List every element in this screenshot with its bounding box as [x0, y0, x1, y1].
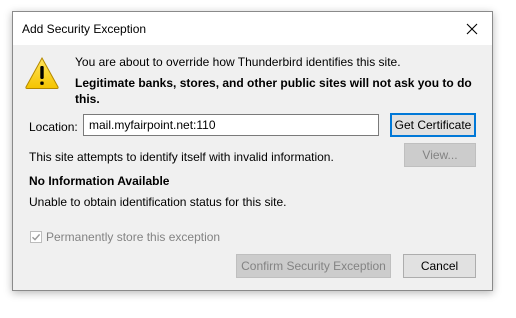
view-button-label: View...	[422, 148, 458, 162]
warning-detail-line1: Legitimate banks, stores, and other publ…	[75, 76, 472, 90]
confirm-security-exception-button[interactable]: Confirm Security Exception	[236, 254, 391, 278]
status-heading: No Information Available	[29, 174, 170, 188]
dialog-title: Add Security Exception	[22, 22, 147, 36]
permanent-store-checkbox[interactable]	[30, 231, 42, 243]
confirm-button-label: Confirm Security Exception	[241, 259, 386, 273]
location-input[interactable]	[83, 114, 379, 136]
warning-message: You are about to override how Thunderbir…	[75, 55, 401, 69]
view-button[interactable]: View...	[404, 143, 476, 167]
close-icon	[466, 23, 478, 34]
close-button[interactable]	[452, 12, 492, 45]
status-detail: Unable to obtain identification status f…	[29, 195, 287, 209]
cancel-button-label: Cancel	[420, 259, 459, 273]
get-certificate-button[interactable]: Get Certificate	[390, 113, 476, 137]
permanent-store-label: Permanently store this exception	[46, 230, 221, 244]
get-certificate-label: Get Certificate	[394, 118, 472, 132]
location-label: Location:	[29, 120, 78, 134]
cancel-button[interactable]: Cancel	[403, 254, 476, 278]
invalid-info-text: This site attempts to identify itself wi…	[29, 150, 334, 164]
title-bar: Add Security Exception	[13, 12, 492, 45]
checkmark-icon	[32, 233, 41, 241]
warning-detail-line2: this.	[75, 92, 100, 106]
warning-icon	[25, 56, 59, 89]
add-security-exception-dialog: Add Security Exception You are about to …	[12, 11, 493, 291]
